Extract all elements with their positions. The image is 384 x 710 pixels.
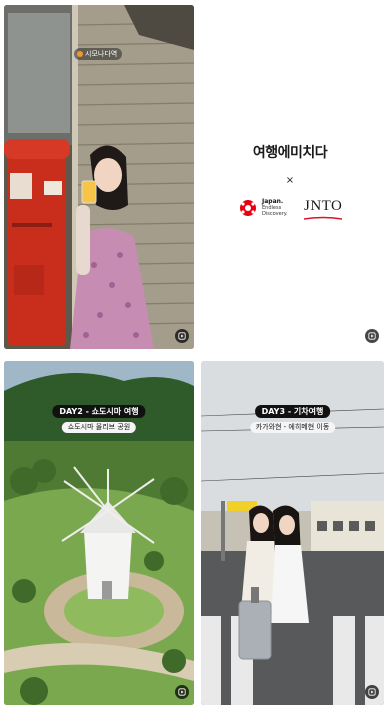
location-tag[interactable]: 시모나다역 xyxy=(74,48,123,60)
location-pin-icon xyxy=(77,51,83,57)
place-label: 카가와현 - 에히메현 이동 xyxy=(249,422,336,433)
reel-icon xyxy=(365,685,379,699)
japan-endless-discovery-logo: Japan. Endless Discovery. xyxy=(238,196,294,220)
grid-tile-2[interactable]: 여행에미치다 × Japan. Endless Discovery. JNTO xyxy=(196,5,384,349)
reel-icon xyxy=(365,329,379,343)
reel-icon xyxy=(175,685,189,699)
japan-flower-icon xyxy=(240,200,256,216)
brand-logo-text: 여행에미치다 xyxy=(252,145,328,161)
jnto-logo: JNTO xyxy=(304,198,343,214)
day-label: DAY2 - 쇼도시마 여행 xyxy=(52,405,146,418)
grid-tile-1[interactable]: 시모나다역 xyxy=(4,5,194,349)
grid-tile-3[interactable]: DAY2 - 쇼도시마 여행 쇼도시마 올리브 공원 xyxy=(4,361,194,705)
japan-logo-line3: Discovery. xyxy=(262,211,288,217)
location-tag-label: 시모나다역 xyxy=(85,50,118,58)
day-label: DAY3 - 기차여행 xyxy=(254,405,331,418)
collab-times-symbol: × xyxy=(285,175,295,186)
reel-icon xyxy=(175,329,189,343)
japan-logo-line1: Japan. xyxy=(262,198,284,205)
jnto-swoosh-icon xyxy=(304,216,342,220)
grid-tile-4[interactable]: DAY3 - 기차여행 카가와현 - 에히메현 이동 xyxy=(201,361,384,705)
place-label: 쇼도시마 올리브 공원 xyxy=(61,422,137,433)
